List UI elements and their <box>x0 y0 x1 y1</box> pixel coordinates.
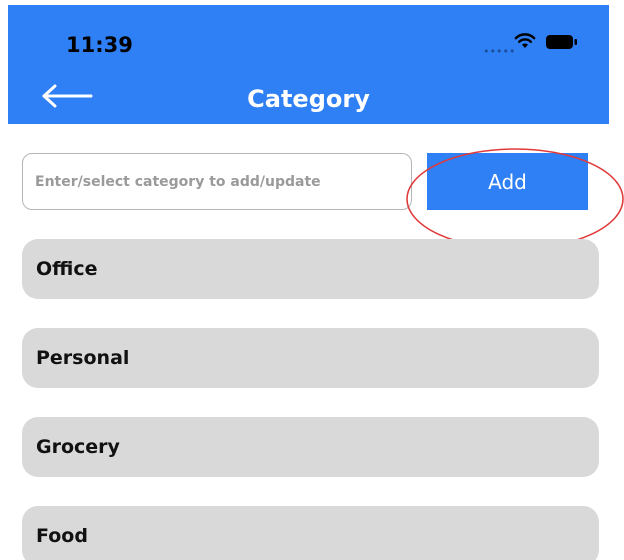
add-button[interactable]: Add <box>427 153 588 210</box>
page-title: Category <box>247 85 370 113</box>
category-input[interactable] <box>22 153 412 210</box>
status-time: 11:39 <box>66 33 133 57</box>
category-label: Personal <box>36 347 130 369</box>
category-label: Grocery <box>36 436 120 458</box>
battery-icon <box>546 35 577 49</box>
category-item-food[interactable]: Food <box>22 506 599 560</box>
category-item-personal[interactable]: Personal <box>22 328 599 388</box>
category-screen: 11:39 ••••• Category Add Office Personal… <box>0 0 624 560</box>
cellular-dots-icon: ••••• <box>483 45 516 58</box>
category-item-grocery[interactable]: Grocery <box>22 417 599 477</box>
category-label: Office <box>36 258 98 280</box>
category-label: Food <box>36 525 88 547</box>
category-item-office[interactable]: Office <box>22 239 599 299</box>
app-header: 11:39 ••••• Category <box>8 5 609 124</box>
wifi-icon <box>514 33 536 48</box>
